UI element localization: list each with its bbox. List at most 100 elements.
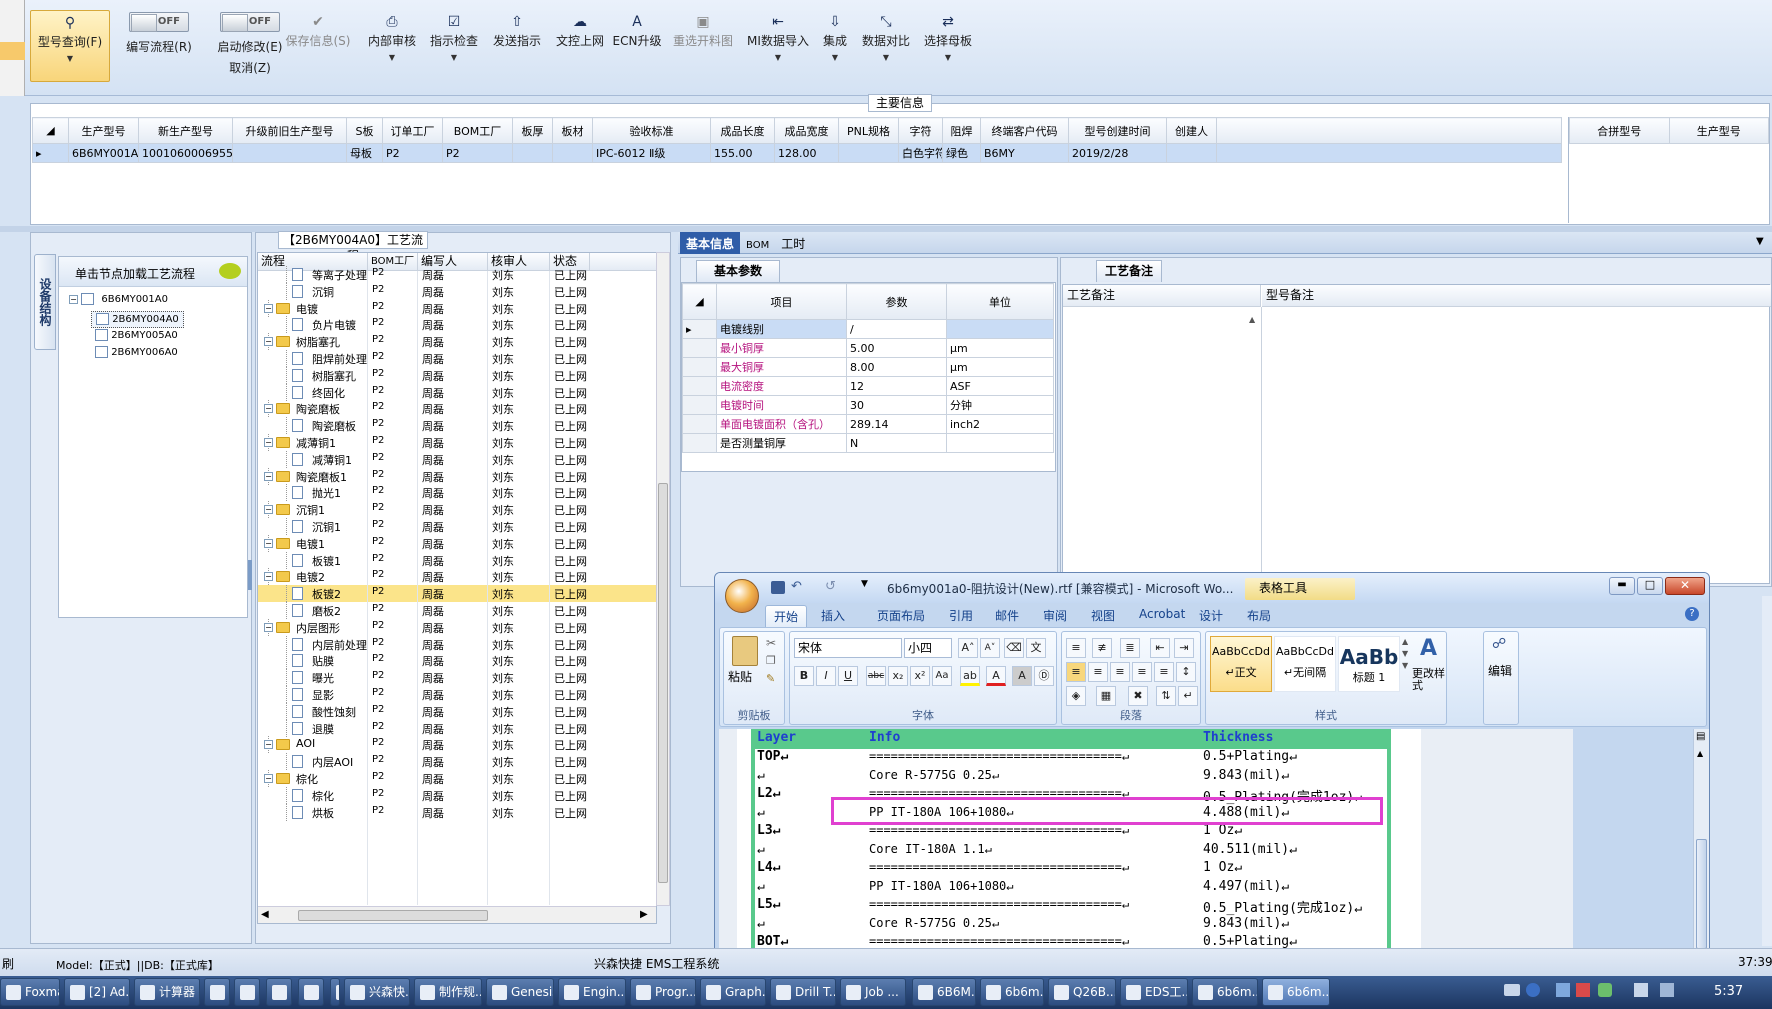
internal-review-button[interactable]: ⎙ 内部审核 ▼ <box>362 10 422 82</box>
word-titlebar[interactable]: ↶ ↺ ▼ 6b6my001a0-阻抗设计(New).rtf [兼容模式] - … <box>715 573 1709 613</box>
flow-row[interactable]: 陶瓷磨板 P2 周磊 刘东 已上网 <box>258 417 656 435</box>
taskbar-item[interactable] <box>298 978 324 1006</box>
keyboard-icon[interactable] <box>1504 984 1520 996</box>
main-info-row[interactable]: ▸ 6B6MY001A0 10010600069551 母板 P2 P2 IPC-6012 … <box>32 143 1562 163</box>
taskbar-item[interactable] <box>330 978 340 1006</box>
paste-icon[interactable] <box>732 636 758 666</box>
main-info-col-header[interactable]: 新生产型号 <box>138 117 233 144</box>
undo-icon[interactable]: ↶ <box>791 579 802 594</box>
main-info-col-header[interactable]: 板材 <box>552 117 593 144</box>
params-col-header[interactable]: 参数 <box>846 283 947 320</box>
subscript-icon[interactable]: x₂ <box>888 666 908 686</box>
format-painter-icon[interactable]: ✎ <box>766 672 775 685</box>
main-info-cell[interactable]: P2 <box>442 143 513 163</box>
main-info-cell[interactable] <box>838 143 899 163</box>
main-info-cell[interactable] <box>512 143 553 163</box>
maximize-button[interactable]: □ <box>1637 577 1663 595</box>
cut-icon[interactable]: ✂ <box>766 636 776 650</box>
taskbar-item[interactable]: 兴森快... <box>344 978 410 1006</box>
clear-format-icon[interactable]: ⌫ <box>1004 638 1024 658</box>
param-value[interactable]: 289.14 <box>846 414 947 434</box>
param-value[interactable]: / <box>846 319 947 339</box>
char-shading-icon[interactable]: A <box>1012 666 1032 686</box>
main-info-cell[interactable]: IPC-6012 Ⅱ级 <box>592 143 711 163</box>
italic-icon[interactable]: I <box>816 666 836 686</box>
main-info-col-header[interactable]: 订单工厂 <box>382 117 443 144</box>
collapse-icon[interactable]: − <box>264 303 273 313</box>
tree-root[interactable]: − 6B6MY001A0 <box>69 293 168 311</box>
paste-button[interactable]: 粘贴 <box>728 668 752 685</box>
params-row[interactable]: 电镀时间 30 分钟 <box>682 395 1054 415</box>
highlight-icon[interactable]: ab <box>960 666 980 686</box>
vscroll-thumb[interactable] <box>658 483 668 883</box>
taskbar-item[interactable]: Drill T... <box>770 978 836 1006</box>
strikethrough-icon[interactable]: abc <box>866 666 886 686</box>
taskbar-item[interactable]: Graph... <box>700 978 766 1006</box>
main-info-col-header[interactable]: 型号创建时间 <box>1068 117 1167 144</box>
bold-icon[interactable]: B <box>794 666 814 686</box>
reselect-chart-button[interactable]: ▣ 重选开料图 <box>668 10 738 82</box>
flow-row[interactable]: 阻焊前处理 P2 周磊 刘东 已上网 <box>258 350 656 367</box>
flow-row[interactable]: 沉铜 P2 周磊 刘东 已上网 <box>258 282 656 300</box>
taskbar-item[interactable]: 6b6m... <box>1192 978 1258 1006</box>
taskbar-item[interactable]: 计算器 <box>134 978 200 1006</box>
justify-icon[interactable]: ≡ <box>1132 662 1152 682</box>
style-item[interactable]: AaBb 标题 1 <box>1338 636 1400 692</box>
network-icon[interactable] <box>1556 983 1570 997</box>
word-tab[interactable]: 开始 <box>765 605 808 627</box>
collapse-icon[interactable]: − <box>69 294 78 304</box>
param-value[interactable]: N <box>846 433 947 453</box>
flow-row[interactable]: 磨板2 P2 周磊 刘东 已上网 <box>258 602 656 619</box>
word-table-row[interactable]: ↵ Core IT-180A 1.1↵ 40.511(mil)↵ <box>755 842 1387 862</box>
collapse-icon[interactable]: − <box>264 622 273 632</box>
word-table-row[interactable]: L3↵ ===================================↵ 1… <box>755 823 1387 843</box>
binoculars-icon[interactable]: ☍ <box>1492 636 1506 652</box>
taskbar-item[interactable]: 6b6m... <box>1262 978 1330 1006</box>
scroll-left-icon[interactable]: ◀ <box>261 909 269 920</box>
collapse-icon[interactable]: − <box>264 471 273 481</box>
main-info-col-header[interactable]: 成品宽度 <box>774 117 839 144</box>
office-button[interactable] <box>725 579 759 613</box>
chinese-layout-icon[interactable]: ✖ <box>1128 686 1148 706</box>
word-tab[interactable]: Acrobat <box>1131 605 1193 627</box>
flow-row[interactable]: 贴膜 P2 周磊 刘东 已上网 <box>258 652 656 670</box>
merge-model-header[interactable]: 合拼型号 <box>1569 117 1670 144</box>
help-tray-icon[interactable] <box>1526 983 1540 997</box>
flow-row[interactable]: 显影 P2 周磊 刘东 已上网 <box>258 686 656 703</box>
flow-row[interactable]: − 减薄铜1 P2 周磊 刘东 已上网 <box>258 434 656 451</box>
copy-icon[interactable]: ❐ <box>766 654 776 667</box>
taskbar-item[interactable]: Q26B... <box>1048 978 1116 1006</box>
param-value[interactable]: 12 <box>846 376 947 396</box>
param-value[interactable]: 8.00 <box>846 357 947 377</box>
enclose-char-icon[interactable]: Ⓓ <box>1034 666 1054 686</box>
style-item[interactable]: AaBbCcDd ↵无间隔 <box>1274 636 1336 692</box>
main-info-cell[interactable]: 母板 <box>346 143 383 163</box>
flow-row[interactable]: − 棕化 P2 周磊 刘东 已上网 <box>258 770 656 787</box>
instruction-check-button[interactable]: ☑ 指示检查 ▼ <box>424 10 484 82</box>
main-info-cell[interactable]: P2 <box>382 143 443 163</box>
save-icon[interactable] <box>771 581 785 594</box>
flow-row[interactable]: − 内层图形 P2 周磊 刘东 已上网 <box>258 618 656 636</box>
main-info-cell[interactable]: 155.00 <box>710 143 775 163</box>
collapse-icon[interactable]: − <box>264 538 273 548</box>
flow-row[interactable]: 减薄铜1 P2 周磊 刘东 已上网 <box>258 450 656 468</box>
taskbar-item[interactable]: Progr... <box>630 978 696 1006</box>
flow-row[interactable]: − 电镀1 P2 周磊 刘东 已上网 <box>258 534 656 552</box>
integrate-button[interactable]: ⇩ 集成 ▼ <box>815 10 855 82</box>
flow-row[interactable]: 退膜 P2 周磊 刘东 已上网 <box>258 719 656 737</box>
word-table-row[interactable]: L5↵ ===================================↵ 0… <box>755 897 1387 917</box>
flow-row[interactable]: 烘板 P2 周磊 刘东 已上网 <box>258 803 656 821</box>
params-row[interactable]: 是否测量铜厚 N <box>682 433 1054 453</box>
style-item[interactable]: AaBbCcDd ↵正文 <box>1210 636 1272 692</box>
params-row[interactable]: 最小铜厚 5.00 μm <box>682 338 1054 358</box>
taskbar-item[interactable]: Genesis <box>486 978 554 1006</box>
main-info-col-header[interactable]: 升级前旧生产型号 <box>232 117 347 144</box>
sort-icon[interactable]: ⇅ <box>1156 686 1176 706</box>
word-table-row[interactable]: ↵ Core R-5775G 0.25↵ 9.843(mil)↵ <box>755 768 1387 788</box>
font-color-icon[interactable]: A <box>986 666 1006 686</box>
word-tab[interactable]: 页面布局 <box>869 605 933 627</box>
increase-indent-icon[interactable]: ⇥ <box>1174 638 1194 658</box>
data-compare-button[interactable]: ⤡ 数据对比 ▼ <box>858 10 914 82</box>
show-marks-icon[interactable]: ↵ <box>1178 686 1198 706</box>
word-table-row[interactable]: L4↵ ===================================↵ 1… <box>755 860 1387 880</box>
